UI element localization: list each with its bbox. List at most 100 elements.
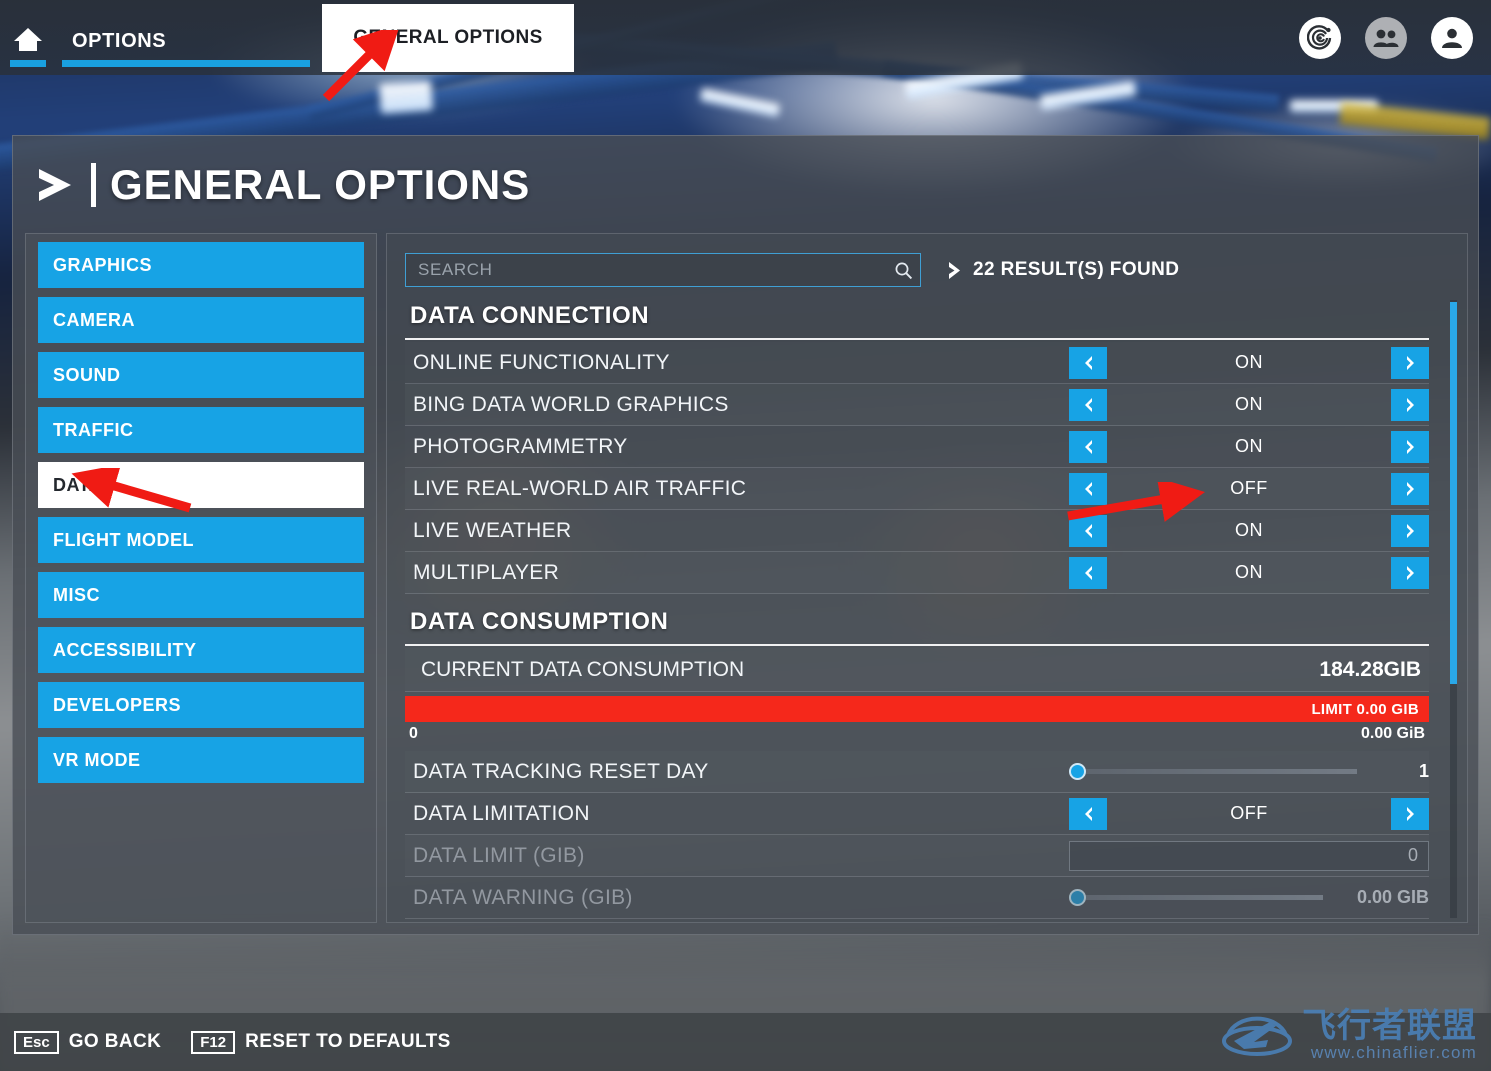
chevron-right-icon [1406,397,1414,412]
sidebar-item-sound[interactable]: SOUND [38,352,364,398]
stepper-multiplayer: ON [1069,556,1429,589]
stepper-next-button[interactable] [1391,430,1429,463]
sidebar-item-misc[interactable]: MISC [38,572,364,618]
stepper-prev-button[interactable] [1069,346,1107,379]
stepper-prev-button[interactable] [1069,556,1107,589]
data-consumption-bar-fill: LIMIT 0.00 GIB [405,696,1429,722]
home-button[interactable] [10,26,46,58]
tab-options-label: OPTIONS [72,29,167,52]
page-title: GENERAL OPTIONS [35,154,530,216]
sidebar-item-flight-model[interactable]: FLIGHT MODEL [38,517,364,563]
sidebar-item-data[interactable]: DATA [38,462,364,508]
slider-track[interactable] [1069,763,1357,780]
chevron-right-icon [1406,565,1414,580]
chevron-right-icon [1406,806,1414,821]
stepper-next-button[interactable] [1391,346,1429,379]
slider-value: 0.00 GIB [1356,887,1429,907]
radar-button[interactable] [1299,17,1341,59]
stepper-value: ON [1235,352,1263,372]
stepper-value: ON [1235,562,1263,582]
stepper-value: OFF [1230,803,1268,823]
section-divider [405,644,1429,646]
reset-to-defaults-button[interactable]: F12 RESET TO DEFAULTS [191,1030,450,1054]
sidebar-item-label: VR MODE [53,749,141,770]
chevron-right-icon [39,169,71,201]
search-row: 22 RESULT(S) FOUND [405,250,1451,290]
options-category-sidebar: GRAPHICS CAMERA SOUND TRAFFIC DATA FLIGH… [25,233,377,923]
slider-data-tracking-reset-day[interactable]: 1 [1069,761,1429,782]
row-label: MULTIPLAYER [413,560,560,584]
options-scroll-area[interactable]: DATA CONNECTION ONLINE FUNCTIONALITY ON [387,296,1467,922]
stepper-next-button[interactable] [1391,556,1429,589]
slider-knob[interactable] [1069,889,1086,906]
chevron-left-icon [1084,481,1092,496]
slider-knob[interactable] [1069,763,1086,780]
stepper-live-weather: ON [1069,514,1429,547]
stepper-prev-button[interactable] [1069,472,1107,505]
row-label: LIVE WEATHER [413,518,572,542]
profile-button[interactable] [1431,17,1473,59]
table-row-data-tracking-reset-day[interactable]: DATA TRACKING RESET DAY 1 [405,751,1429,793]
airplane-orbit-logo-icon [1222,1016,1292,1056]
table-row-photogrammetry[interactable]: PHOTOGRAMMETRY ON [405,426,1429,468]
watermark: 飞行者联盟 www.chinaflier.com [1220,1005,1477,1067]
stepper-prev-button[interactable] [1069,430,1107,463]
table-row-multiplayer[interactable]: MULTIPLAYER ON [405,552,1429,594]
stepper-next-button[interactable] [1391,514,1429,547]
stepper-next-button[interactable] [1391,388,1429,421]
go-back-label: GO BACK [68,1031,162,1052]
bar-scale-min: 0 [409,725,418,742]
stepper-live-real-world-air-traffic: OFF [1069,472,1429,505]
sidebar-item-traffic[interactable]: TRAFFIC [38,407,364,453]
tab-general-options[interactable]: GENERAL OPTIONS [322,4,574,72]
sidebar-item-label: FLIGHT MODEL [53,529,194,550]
f12-keycap: F12 [191,1030,236,1054]
sidebar-item-graphics[interactable]: GRAPHICS [38,242,364,288]
tab-options[interactable]: OPTIONS [62,22,176,60]
search-input[interactable] [406,254,886,286]
stepper-prev-button[interactable] [1069,388,1107,421]
stepper-value: ON [1235,520,1263,540]
chevron-right-icon [1406,355,1414,370]
search-results-label: 22 RESULT(S) FOUND [973,259,1180,280]
sidebar-item-camera[interactable]: CAMERA [38,297,364,343]
stepper-photogrammetry: ON [1069,430,1429,463]
search-box[interactable] [405,253,921,287]
stepper-prev-button[interactable] [1069,514,1107,547]
row-current-data-consumption: CURRENT DATA CONSUMPTION 184.28GIB [405,648,1429,692]
table-row-live-real-world-air-traffic[interactable]: LIVE REAL-WORLD AIR TRAFFIC OFF [405,468,1429,510]
row-label: LIVE REAL-WORLD AIR TRAFFIC [413,476,747,500]
stepper-next-button[interactable] [1391,472,1429,505]
table-row-live-weather[interactable]: LIVE WEATHER ON [405,510,1429,552]
options-rows: DATA CONNECTION ONLINE FUNCTIONALITY ON [387,296,1447,919]
go-back-button[interactable]: Esc GO BACK [14,1030,162,1054]
table-row-data-limitation[interactable]: DATA LIMITATION OFF [405,793,1429,835]
friends-button[interactable] [1365,17,1407,59]
table-row-bing-data-world-graphics[interactable]: BING DATA WORLD GRAPHICS ON [405,384,1429,426]
row-label: ONLINE FUNCTIONALITY [413,350,670,374]
ceiling-lamp [379,80,433,114]
sidebar-item-accessibility[interactable]: ACCESSIBILITY [38,627,364,673]
top-navigation-bar: OPTIONS GENERAL OPTIONS [0,0,1491,75]
sidebar-item-developers[interactable]: DEVELOPERS [38,682,364,728]
chevron-left-icon [1084,523,1092,538]
sidebar-item-label: TRAFFIC [53,419,134,440]
magnifier-icon[interactable] [886,261,920,280]
row-label: CURRENT DATA CONSUMPTION [421,657,745,681]
scrollbar-thumb[interactable] [1450,302,1457,684]
table-row-online-functionality[interactable]: ONLINE FUNCTIONALITY ON [405,342,1429,384]
stepper-prev-button[interactable] [1069,797,1107,830]
stepper-bing-data-world-graphics: ON [1069,388,1429,421]
slider-data-warning[interactable]: 0.00 GIB [1069,887,1429,908]
stepper-value: ON [1235,436,1263,456]
home-icon [14,28,42,51]
data-limit-input[interactable]: 0 [1069,840,1429,871]
watermark-cn-text: 飞行者联盟 [1302,1007,1477,1045]
stepper-next-button[interactable] [1391,797,1429,830]
sidebar-item-vr-mode[interactable]: VR MODE [38,737,364,783]
table-row-data-limit-gib: DATA LIMIT (GIB) 0 [405,835,1429,877]
chevron-left-icon [1084,439,1092,454]
slider-value: 1 [1418,761,1429,781]
slider-track[interactable] [1069,889,1323,906]
tab-general-options-label: GENERAL OPTIONS [353,27,543,48]
